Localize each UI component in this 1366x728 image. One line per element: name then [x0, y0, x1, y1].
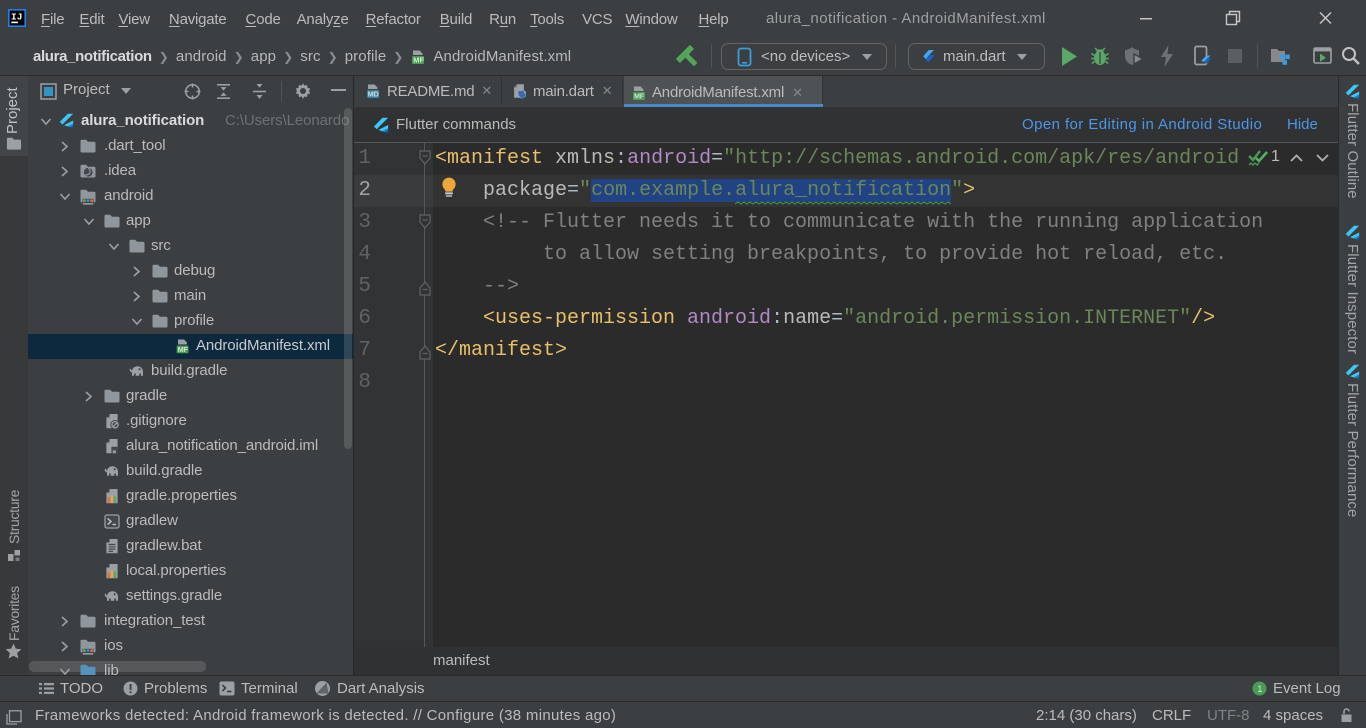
svg-text:IJ: IJ	[11, 12, 22, 23]
svg-text:MF: MF	[414, 55, 425, 64]
svg-text:MF: MF	[634, 91, 645, 100]
svg-text:MD: MD	[368, 90, 379, 99]
svg-text:1: 1	[1257, 684, 1262, 695]
